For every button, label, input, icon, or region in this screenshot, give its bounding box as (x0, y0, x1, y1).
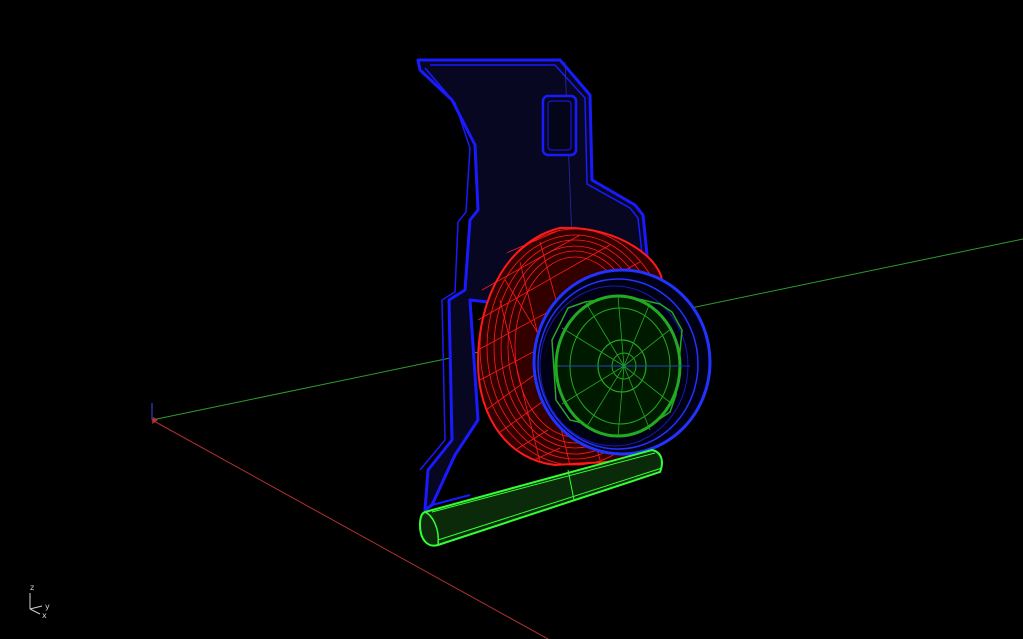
viewport-canvas[interactable]: z y x (0, 0, 1023, 639)
axis-triad-icon: z y x (29, 583, 50, 620)
triad-x-label: x (42, 611, 47, 620)
world-x-axis (151, 419, 549, 639)
3d-viewport[interactable]: z y x (0, 0, 1023, 639)
triad-y-label: y (45, 602, 50, 611)
triad-z-label: z (30, 583, 34, 592)
